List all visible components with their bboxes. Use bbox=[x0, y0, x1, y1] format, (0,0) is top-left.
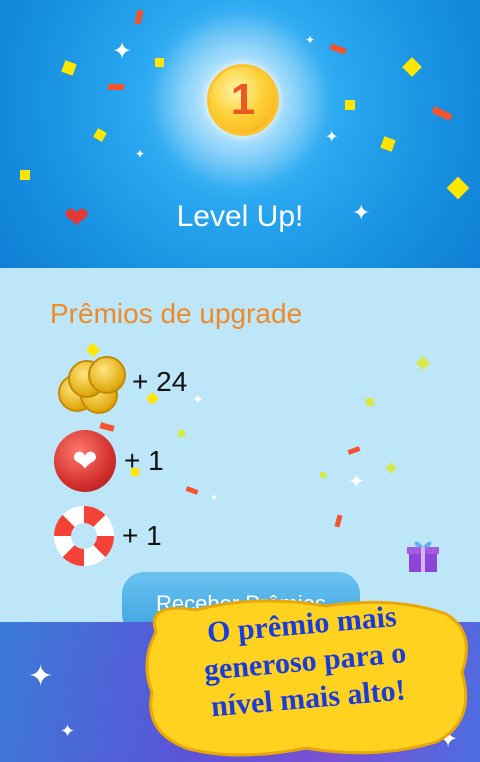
confetti bbox=[320, 472, 326, 478]
gift-icon[interactable] bbox=[403, 536, 443, 576]
sparkle-icon: ✦ bbox=[28, 660, 54, 693]
confetti bbox=[380, 136, 396, 152]
rewards-title: Prêmios de upgrade bbox=[50, 298, 303, 329]
sparkle-icon: ✦ bbox=[112, 38, 133, 65]
sparkle-icon: ✦ bbox=[192, 391, 204, 407]
confetti bbox=[93, 128, 107, 142]
reward-row-coins: + 24 bbox=[54, 352, 188, 414]
sparkle-icon: ✦ bbox=[348, 471, 365, 493]
heart-icon: ❤ bbox=[54, 430, 116, 492]
confetti bbox=[446, 176, 470, 200]
reward-amount: + 1 bbox=[122, 520, 162, 551]
reward-amount: + 24 bbox=[132, 366, 188, 397]
confetti bbox=[155, 58, 164, 67]
reward-row-lifebuoy: + 1 bbox=[54, 506, 162, 566]
level-up-header: ✦ ✦ ✦ ✦ ✦ 1 ❤ Level Up! bbox=[0, 0, 480, 268]
confetti bbox=[366, 398, 374, 406]
sparkle-icon: ✦ bbox=[60, 721, 76, 741]
level-number: 1 bbox=[230, 75, 256, 124]
confetti bbox=[134, 9, 144, 25]
level-up-title: Level Up! bbox=[176, 200, 304, 233]
sparkle-icon: ✦ bbox=[305, 33, 316, 47]
confetti bbox=[402, 57, 422, 77]
confetti bbox=[431, 106, 453, 121]
confetti bbox=[345, 100, 355, 110]
level-badge: 1 bbox=[207, 64, 279, 136]
sparkle-icon: ✦ bbox=[210, 493, 219, 504]
lifebuoy-icon bbox=[54, 506, 114, 566]
reward-amount: + 1 bbox=[124, 445, 164, 476]
sparkle-icon: ✦ bbox=[135, 147, 146, 161]
confetti bbox=[329, 43, 347, 55]
confetti bbox=[108, 84, 124, 90]
sparkle-icon: ✦ bbox=[325, 129, 339, 146]
confetti bbox=[178, 430, 185, 437]
confetti bbox=[20, 170, 30, 180]
coins-icon bbox=[54, 352, 126, 414]
reward-row-heart: ❤ + 1 bbox=[54, 430, 164, 492]
confetti bbox=[61, 60, 77, 76]
